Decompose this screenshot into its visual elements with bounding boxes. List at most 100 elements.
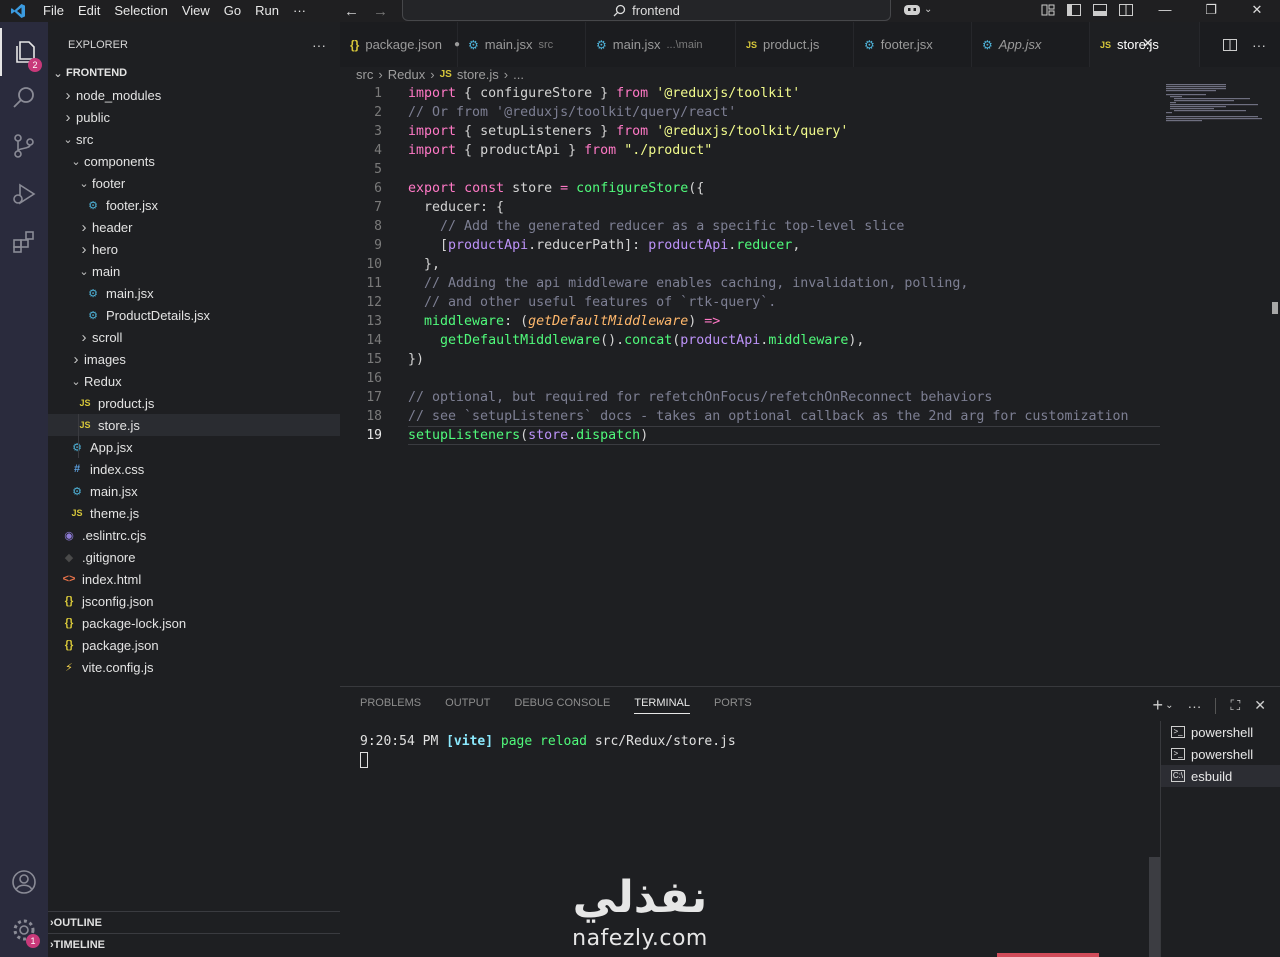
menu-run[interactable]: Run: [248, 0, 286, 22]
back-arrow-icon[interactable]: ←: [344, 3, 359, 20]
breadcrumb-redux[interactable]: Redux: [388, 67, 426, 82]
more-actions-icon[interactable]: ···: [1252, 37, 1266, 53]
forward-arrow-icon[interactable]: →: [373, 3, 388, 20]
menu-edit[interactable]: Edit: [71, 0, 107, 22]
code-line[interactable]: // Or from '@reduxjs/toolkit/query/react…: [408, 103, 736, 122]
tree-folder[interactable]: › node_modules: [48, 84, 340, 106]
code-line[interactable]: import { setupListeners } from '@reduxjs…: [408, 122, 848, 141]
toggle-secondary-sidebar-icon[interactable]: [1118, 2, 1134, 18]
tree-folder[interactable]: › header: [48, 216, 340, 238]
extensions-activity[interactable]: [0, 218, 48, 266]
tree-file[interactable]: {} jsconfig.json: [48, 590, 340, 612]
close-window-icon[interactable]: ✕: [1234, 0, 1280, 22]
tab-debug-console[interactable]: DEBUG CONSOLE: [514, 697, 610, 714]
tree-file[interactable]: ⚡ vite.config.js: [48, 656, 340, 678]
tab-problems[interactable]: PROBLEMS: [360, 697, 421, 714]
tree-file[interactable]: ⚙ main.jsx: [48, 480, 340, 502]
terminal-scrollbar[interactable]: [1149, 857, 1160, 957]
code-line[interactable]: // Add the generated reducer as a specif…: [408, 217, 904, 236]
editor-tab[interactable]: ⚙ App.jsx: [972, 22, 1090, 67]
tree-folder[interactable]: ⌄ Redux: [48, 370, 340, 392]
code-line[interactable]: // Adding the api middleware enables cac…: [408, 274, 968, 293]
editor-tab[interactable]: ⚙ footer.jsx: [854, 22, 972, 67]
scrollbar-marker[interactable]: [1272, 302, 1278, 314]
terminal-item-powershell-2[interactable]: >_ powershell: [1161, 743, 1280, 765]
editor-tab[interactable]: ⚙ main.jsx ...\main: [586, 22, 736, 67]
breadcrumb-symbol[interactable]: ...: [513, 67, 524, 82]
code-line[interactable]: // optional, but required for refetchOnF…: [408, 388, 992, 407]
minimap[interactable]: [1166, 84, 1262, 124]
code-editor[interactable]: 1 import { configureStore } from '@reduxj…: [340, 84, 1280, 684]
tab-ports[interactable]: PORTS: [714, 697, 752, 714]
code-line[interactable]: // and other useful features of `rtk-que…: [408, 293, 776, 312]
customize-layout-icon[interactable]: [1040, 2, 1056, 18]
tree-folder[interactable]: ⌄ src: [48, 128, 340, 150]
source-control-activity[interactable]: [0, 122, 48, 170]
search-activity[interactable]: [0, 74, 48, 122]
editor-tab[interactable]: ⚙ main.jsx src: [458, 22, 586, 67]
command-center[interactable]: frontend: [402, 0, 891, 21]
maximize-panel-icon[interactable]: ⛶: [1230, 697, 1240, 714]
minimize-icon[interactable]: —: [1142, 0, 1188, 22]
menu-selection[interactable]: Selection: [107, 0, 174, 22]
close-panel-icon[interactable]: ✕: [1254, 697, 1266, 714]
copilot-button[interactable]: ⌄: [903, 2, 932, 16]
outline-section[interactable]: › OUTLINE: [48, 911, 340, 933]
tree-file[interactable]: ⚙ footer.jsx: [48, 194, 340, 216]
tab-terminal[interactable]: TERMINAL: [634, 697, 690, 714]
terminal-item-esbuild[interactable]: C:\ esbuild: [1161, 765, 1280, 787]
tree-folder[interactable]: › public: [48, 106, 340, 128]
code-line[interactable]: middleware: (getDefaultMiddleware) =>: [408, 312, 720, 331]
tree-file[interactable]: ◆ .gitignore: [48, 546, 340, 568]
tree-file[interactable]: <> index.html: [48, 568, 340, 590]
tree-folder[interactable]: › images: [48, 348, 340, 370]
chevron-down-icon[interactable]: ⌄: [1165, 700, 1173, 711]
tree-folder[interactable]: ⌄ components: [48, 150, 340, 172]
code-line[interactable]: reducer: {: [408, 198, 504, 217]
restore-icon[interactable]: ❐: [1188, 0, 1234, 22]
split-editor-icon[interactable]: [1222, 37, 1238, 53]
terminal-item-powershell[interactable]: >_ powershell: [1161, 721, 1280, 743]
tree-file[interactable]: ⚙ main.jsx: [48, 282, 340, 304]
tree-file[interactable]: JS store.js: [48, 414, 340, 436]
panel-more-icon[interactable]: ···: [1187, 698, 1201, 714]
menu-more[interactable]: ···: [286, 0, 313, 22]
tree-file[interactable]: JS theme.js: [48, 502, 340, 524]
editor-tab[interactable]: JS product.js: [736, 22, 854, 67]
timeline-section[interactable]: › TIMELINE: [48, 933, 340, 955]
menu-go[interactable]: Go: [217, 0, 248, 22]
code-line[interactable]: [productApi.reducerPath]: productApi.red…: [408, 236, 800, 255]
new-terminal-icon[interactable]: +: [1153, 695, 1164, 716]
workspace-root[interactable]: ⌄ FRONTEND: [48, 62, 340, 84]
explorer-more-actions[interactable]: ···: [312, 37, 326, 53]
code-line[interactable]: }): [408, 350, 424, 369]
menu-file[interactable]: File: [36, 0, 71, 22]
menu-view[interactable]: View: [175, 0, 217, 22]
tree-file[interactable]: ⚙ App.jsx: [48, 436, 340, 458]
code-line[interactable]: setupListeners(store.dispatch): [408, 426, 648, 445]
terminal-output[interactable]: 9:20:54 PM [vite] page reload src/Redux/…: [360, 733, 736, 769]
tree-file[interactable]: JS product.js: [48, 392, 340, 414]
tab-output[interactable]: OUTPUT: [445, 697, 490, 714]
tree-folder[interactable]: › scroll: [48, 326, 340, 348]
tree-folder[interactable]: ⌄ footer: [48, 172, 340, 194]
code-line[interactable]: import { productApi } from "./product": [408, 141, 712, 160]
tree-folder[interactable]: ⌄ main: [48, 260, 340, 282]
tree-folder[interactable]: › hero: [48, 238, 340, 260]
tree-file[interactable]: {} package-lock.json: [48, 612, 340, 634]
tree-file[interactable]: ⚙ ProductDetails.jsx: [48, 304, 340, 326]
accounts-activity[interactable]: [0, 858, 48, 906]
breadcrumb-src[interactable]: src: [356, 67, 373, 82]
breadcrumb-file[interactable]: store.js: [457, 67, 499, 82]
toggle-panel-icon[interactable]: [1092, 2, 1108, 18]
tree-file[interactable]: {} package.json: [48, 634, 340, 656]
code-line[interactable]: getDefaultMiddleware().concat(productApi…: [408, 331, 864, 350]
tree-file[interactable]: ◉ .eslintrc.cjs: [48, 524, 340, 546]
toggle-primary-sidebar-icon[interactable]: [1066, 2, 1082, 18]
manage-activity[interactable]: 1: [0, 906, 48, 954]
code-line[interactable]: },: [408, 255, 440, 274]
tree-file[interactable]: # index.css: [48, 458, 340, 480]
code-line[interactable]: export const store = configureStore({: [408, 179, 704, 198]
editor-tab[interactable]: {} package.json ●: [340, 22, 460, 67]
run-debug-activity[interactable]: [0, 170, 48, 218]
